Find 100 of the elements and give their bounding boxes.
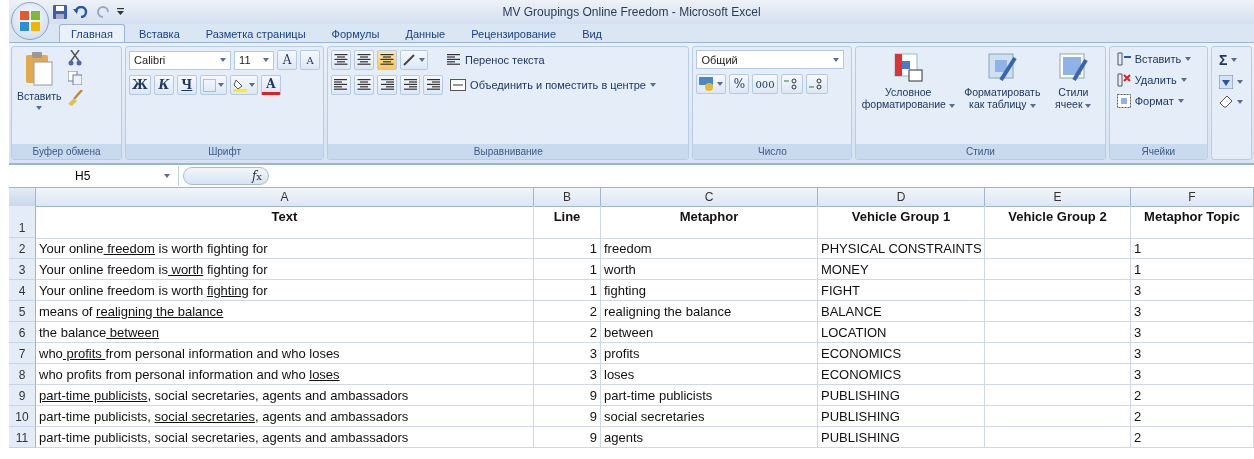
insert-cells-button[interactable]: Вставить [1112, 50, 1196, 68]
thousands-button[interactable]: 000 [752, 74, 778, 94]
currency-button[interactable] [696, 74, 727, 94]
caret-icon [1237, 80, 1244, 84]
row-header[interactable]: 9 [9, 385, 36, 406]
shrink-font-button[interactable]: A [300, 50, 321, 70]
caret-icon [717, 82, 724, 86]
font-color-button[interactable]: A [260, 75, 281, 95]
italic-button[interactable]: К [153, 75, 174, 95]
clipboard-icon [25, 52, 54, 86]
cell-text: 2 [589, 304, 597, 319]
column-header[interactable]: A [36, 188, 534, 207]
header-cell: Metaphor Topic [1131, 206, 1254, 239]
cell-text: Your online freedom is worth fighting for [39, 262, 268, 277]
number-format-field[interactable]: Общий [696, 50, 845, 69]
paste-button[interactable]: Вставить [15, 50, 64, 141]
ribbon-tab[interactable]: Рецензирование [459, 24, 569, 42]
cell-styles-button[interactable]: Стили ячеек [1047, 50, 1100, 113]
grow-font-button[interactable]: A [277, 50, 298, 70]
increase-decimal-button[interactable] [780, 74, 803, 94]
cell-text: agents [604, 430, 644, 445]
window-title: MV Groupings Online Freedom - Microsoft Excel [502, 5, 761, 19]
orientation-button[interactable] [400, 50, 429, 70]
office-logo-icon [19, 10, 41, 32]
header-cell: Vehicle Group 2 [985, 206, 1131, 239]
row-header[interactable]: 11 [9, 427, 36, 448]
caret-icon [1177, 99, 1184, 103]
align-top-button[interactable] [331, 50, 352, 70]
column-header[interactable]: C [601, 188, 818, 207]
row-header[interactable]: 1 [9, 206, 36, 238]
font-size-field[interactable]: 11 [234, 50, 275, 70]
header-cell: Text [36, 206, 534, 239]
name-box[interactable]: H5 [9, 166, 179, 186]
align-middle-icon [357, 54, 372, 66]
ribbon-tab[interactable]: Данные [393, 24, 458, 42]
increase-indent-button[interactable] [423, 75, 444, 95]
delete-cells-button[interactable]: Удалить [1112, 71, 1196, 89]
align-right-icon [380, 79, 395, 91]
conditional-formatting-button[interactable]: Условное форматирование [859, 50, 958, 113]
align-left-button[interactable] [331, 75, 352, 95]
column-header[interactable]: F [1131, 188, 1254, 207]
decrease-decimal-button[interactable] [805, 74, 828, 94]
ribbon-tab[interactable]: Разметка страницы [193, 24, 318, 42]
cell-text: Your online freedom is worth fighting for [39, 241, 268, 256]
caret-icon [263, 58, 270, 62]
row-header[interactable]: 4 [9, 280, 36, 301]
column-header[interactable]: E [985, 188, 1131, 207]
row-header[interactable]: 2 [9, 238, 36, 259]
ribbon-tab[interactable]: Главная [59, 24, 125, 42]
cell-text: part-time publicists, social secretaries, agents and ambassadors [39, 430, 409, 445]
row-header[interactable]: 8 [9, 364, 36, 385]
ribbon-tab[interactable]: Вид [570, 24, 615, 42]
row-header[interactable]: 5 [9, 301, 36, 322]
row-header[interactable]: 6 [9, 322, 36, 343]
fill-color-button[interactable] [229, 75, 258, 95]
row-header[interactable]: 3 [9, 259, 36, 280]
copy-icon[interactable] [67, 71, 82, 85]
office-button[interactable] [11, 2, 49, 40]
align-right-button[interactable] [377, 75, 398, 95]
row-header[interactable]: 7 [9, 343, 36, 364]
brush-icon[interactable] [67, 90, 84, 106]
undo-icon[interactable] [73, 6, 89, 18]
cell-text: means of realigning the balance [39, 304, 224, 319]
decimal-icon [808, 78, 825, 90]
cell-text: PUBLISHING [821, 430, 900, 445]
merge-icon [450, 79, 467, 91]
caret-icon [649, 83, 656, 87]
group-label: Число [693, 144, 852, 159]
merge-center-button[interactable]: Объединить и поместить в центре [446, 77, 660, 93]
align-bottom-button[interactable] [377, 50, 398, 70]
format-as-table-button[interactable]: Форматировать как таблицу [957, 50, 1048, 113]
autosum-button[interactable]: Σ [1215, 50, 1248, 70]
font-name-field[interactable]: Calibri [129, 50, 232, 70]
cell-text: PUBLISHING [821, 388, 900, 403]
cell-text: 1 [1134, 241, 1142, 256]
button-label: Форматировать как таблицу [963, 86, 1042, 111]
ribbon-tab[interactable]: Формулы [319, 24, 392, 42]
button-label: Стили ячеек [1049, 86, 1098, 111]
customize-icon[interactable] [117, 8, 124, 16]
row-header[interactable]: 10 [9, 406, 36, 427]
wrap-text-button[interactable]: Перенос текста [443, 52, 549, 68]
decrease-indent-button[interactable] [400, 75, 421, 95]
cell-text: 3 [1134, 304, 1142, 319]
format-cells-button[interactable]: Формат [1112, 92, 1196, 110]
ribbon-tab[interactable]: Вставка [126, 24, 192, 42]
column-header[interactable]: D [818, 188, 985, 207]
cell-text: part-time publicists, social secretaries, agents and ambassadors [39, 409, 409, 424]
table-brush-icon [987, 52, 1018, 82]
underline-button[interactable]: Ч [176, 75, 197, 95]
bold-button[interactable]: Ж [129, 75, 151, 95]
group-label: Буфер обмена [12, 144, 122, 159]
percent-button[interactable]: % [729, 74, 750, 94]
align-center-button[interactable] [354, 75, 375, 95]
save-icon[interactable] [53, 5, 67, 19]
caret-icon [1185, 57, 1192, 61]
align-middle-button[interactable] [354, 50, 375, 70]
caret-icon [833, 57, 840, 62]
column-header[interactable]: B [534, 188, 601, 207]
scissors-icon[interactable] [67, 50, 82, 66]
insert-rows-icon [1116, 52, 1131, 66]
